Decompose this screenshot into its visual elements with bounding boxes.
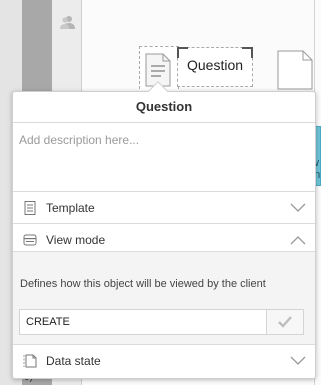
description-field[interactable]: [13, 123, 315, 191]
chevron-down-icon: [290, 356, 306, 365]
confirm-button[interactable]: [266, 310, 303, 334]
chevron-down-icon: [290, 203, 306, 212]
checkmark-icon: [278, 316, 292, 328]
canvas-node-label: Question: [187, 57, 244, 73]
view-mode-field: [19, 309, 304, 335]
properties-popover: Question Template View mode Defines how …: [12, 81, 316, 379]
template-label: Template: [46, 201, 95, 215]
view-mode-icon: [23, 234, 37, 246]
view-mode-help-text: Defines how this object will be viewed b…: [20, 278, 266, 290]
users-icon[interactable]: [59, 14, 75, 30]
data-state-section-header[interactable]: Data state: [13, 345, 315, 376]
canvas-page-node[interactable]: [277, 50, 313, 90]
view-mode-input[interactable]: [20, 310, 267, 334]
template-section-header[interactable]: Template: [13, 192, 315, 223]
chevron-up-icon: [290, 236, 306, 245]
view-mode-section-body: Defines how this object will be viewed b…: [13, 252, 315, 344]
data-state-label: Data state: [46, 354, 101, 368]
popover-title: Question: [13, 92, 315, 123]
canvas-question-node[interactable]: Question: [177, 47, 253, 87]
view-mode-label: View mode: [46, 233, 106, 247]
data-state-icon: [23, 354, 37, 368]
selection-corner-top-right: [242, 47, 253, 58]
template-icon: [24, 201, 36, 215]
